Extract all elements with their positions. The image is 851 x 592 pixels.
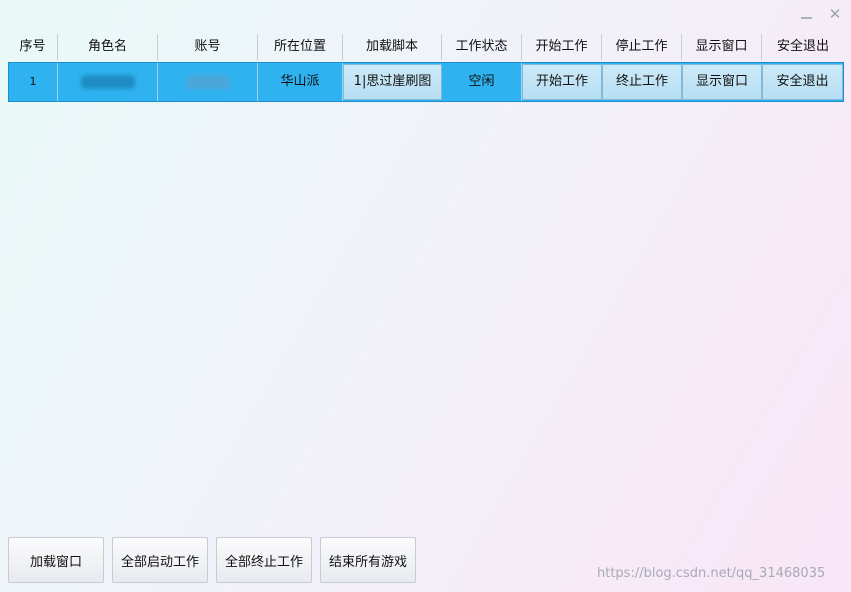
start-all-button[interactable]: 全部启动工作 <box>112 537 208 583</box>
header-location: 所在位置 <box>258 34 343 60</box>
stop-all-button[interactable]: 全部终止工作 <box>216 537 312 583</box>
cell-location: 华山派 <box>258 63 343 101</box>
minimize-icon <box>800 17 812 19</box>
redacted-role-name <box>80 74 135 89</box>
redacted-account <box>185 74 230 89</box>
header-stop: 停止工作 <box>602 34 682 60</box>
close-button[interactable]: ✕ <box>827 5 843 23</box>
header-status: 工作状态 <box>442 34 522 60</box>
header-show: 显示窗口 <box>682 34 762 60</box>
close-icon: ✕ <box>828 5 842 23</box>
header-start: 开始工作 <box>522 34 602 60</box>
safe-exit-button[interactable]: 安全退出 <box>762 64 843 100</box>
table-row[interactable]: 1 华山派 1|思过崖刷图 空闲 开始工作 终止工作 显示窗口 安全退出 <box>8 62 844 102</box>
cell-account <box>158 63 258 101</box>
header-account: 账号 <box>158 34 258 60</box>
table-header: 序号 角色名 账号 所在位置 加载脚本 工作状态 开始工作 停止工作 显示窗口 … <box>8 34 844 60</box>
minimize-button[interactable] <box>798 6 814 22</box>
watermark-text: https://blog.csdn.net/qq_31468035 <box>597 566 826 581</box>
show-window-button[interactable]: 显示窗口 <box>682 64 762 100</box>
cell-index: 1 <box>9 63 58 101</box>
load-window-button[interactable]: 加载窗口 <box>8 537 104 583</box>
start-work-button[interactable]: 开始工作 <box>522 64 602 100</box>
header-script: 加载脚本 <box>343 34 442 60</box>
header-role-name: 角色名 <box>58 34 158 60</box>
cell-role-name <box>58 63 158 101</box>
stop-work-button[interactable]: 终止工作 <box>602 64 682 100</box>
end-all-games-button[interactable]: 结束所有游戏 <box>320 537 416 583</box>
cell-status: 空闲 <box>442 63 522 101</box>
account-table: 序号 角色名 账号 所在位置 加载脚本 工作状态 开始工作 停止工作 显示窗口 … <box>8 34 844 102</box>
header-exit: 安全退出 <box>776 39 829 54</box>
load-script-button[interactable]: 1|思过崖刷图 <box>343 64 442 100</box>
header-index: 序号 <box>8 34 58 60</box>
